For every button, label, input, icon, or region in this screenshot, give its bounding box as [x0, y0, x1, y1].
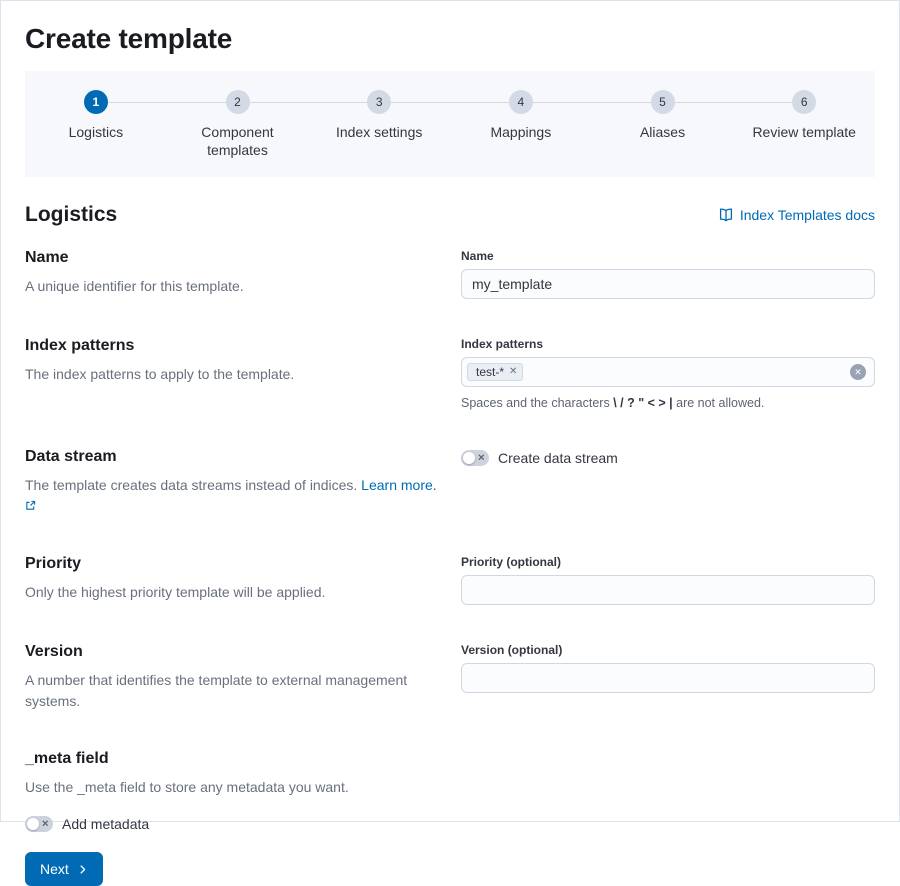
index-pattern-tag: test-* ✕: [467, 363, 523, 381]
index-patterns-row-description: The index patterns to apply to the templ…: [25, 364, 443, 385]
priority-input[interactable]: [461, 575, 875, 605]
step-aliases[interactable]: 5 Aliases: [592, 90, 734, 159]
section-header: Logistics Index Templates docs: [1, 177, 899, 249]
step-label: Review template: [748, 123, 860, 141]
chevron-right-icon: [77, 864, 88, 875]
add-metadata-toggle-row: ✕ Add metadata: [25, 814, 875, 832]
combobox-clear-icon[interactable]: ✕: [850, 364, 866, 380]
create-data-stream-toggle-label: Create data stream: [498, 450, 618, 466]
index-patterns-field-label: Index patterns: [461, 337, 875, 351]
tag-remove-icon[interactable]: ✕: [509, 367, 517, 377]
page-header: Create template: [1, 1, 899, 71]
index-patterns-row-title: Index patterns: [25, 337, 443, 355]
section-title: Logistics: [25, 203, 117, 227]
add-metadata-toggle-label: Add metadata: [62, 816, 149, 832]
page-title: Create template: [25, 23, 875, 55]
step-number: 2: [226, 90, 250, 114]
docs-link-label: Index Templates docs: [740, 207, 875, 223]
stepper: 1 Logistics 2 Component templates 3 Inde…: [25, 71, 875, 177]
name-row-title: Name: [25, 249, 443, 267]
step-number: 5: [651, 90, 675, 114]
step-index-settings[interactable]: 3 Index settings: [308, 90, 450, 159]
data-stream-field-col: ✕ Create data stream: [461, 448, 875, 517]
step-label: Aliases: [607, 123, 719, 141]
index-pattern-tag-label: test-*: [476, 365, 504, 379]
create-template-panel: Create template 1 Logistics 2 Component …: [0, 0, 900, 822]
step-logistics[interactable]: 1 Logistics: [25, 90, 167, 159]
meta-field-block: _meta field Use the _meta field to store…: [25, 750, 875, 832]
index-patterns-description-col: Index patterns The index patterns to app…: [25, 337, 443, 410]
create-data-stream-toggle[interactable]: ✕: [461, 450, 489, 466]
data-stream-row-description: The template creates data streams instea…: [25, 475, 443, 517]
meta-field-title: _meta field: [25, 750, 875, 768]
external-link-icon: [25, 496, 36, 517]
step-review-template[interactable]: 6 Review template: [733, 90, 875, 159]
step-number: 4: [509, 90, 533, 114]
toggle-off-icon: ✕: [41, 820, 49, 829]
priority-row-title: Priority: [25, 555, 443, 573]
priority-field-col: Priority (optional): [461, 555, 875, 605]
name-row-description: A unique identifier for this template.: [25, 276, 443, 297]
index-templates-docs-link[interactable]: Index Templates docs: [718, 207, 875, 223]
toggle-knob: [27, 818, 39, 830]
step-mappings[interactable]: 4 Mappings: [450, 90, 592, 159]
step-number: 6: [792, 90, 816, 114]
step-component-templates[interactable]: 2 Component templates: [167, 90, 309, 159]
name-row: Name A unique identifier for this templa…: [25, 249, 875, 299]
version-row-title: Version: [25, 643, 443, 661]
version-row-description: A number that identifies the template to…: [25, 670, 443, 712]
name-input[interactable]: [461, 269, 875, 299]
add-metadata-toggle[interactable]: ✕: [25, 816, 53, 832]
toggle-off-icon: ✕: [477, 454, 485, 463]
index-patterns-field-col: Index patterns test-* ✕ ✕ Spaces and the…: [461, 337, 875, 410]
meta-field-description: Use the _meta field to store any metadat…: [25, 777, 875, 798]
next-button[interactable]: Next: [25, 852, 103, 886]
version-input[interactable]: [461, 663, 875, 693]
step-label: Index settings: [323, 123, 435, 141]
step-label: Mappings: [465, 123, 577, 141]
priority-row: Priority Only the highest priority templ…: [25, 555, 875, 605]
version-description-col: Version A number that identifies the tem…: [25, 643, 443, 712]
step-label: Component templates: [182, 123, 294, 159]
index-patterns-row: Index patterns The index patterns to app…: [25, 337, 875, 410]
name-field-label: Name: [461, 249, 875, 263]
data-stream-row-title: Data stream: [25, 448, 443, 466]
logistics-form: Name A unique identifier for this templa…: [1, 249, 899, 886]
step-number: 3: [367, 90, 391, 114]
toggle-knob: [463, 452, 475, 464]
version-field-label: Version (optional): [461, 643, 875, 657]
priority-row-description: Only the highest priority template will …: [25, 582, 443, 603]
create-data-stream-toggle-row: ✕ Create data stream: [461, 448, 875, 466]
index-patterns-combobox[interactable]: test-* ✕ ✕: [461, 357, 875, 387]
next-button-label: Next: [40, 861, 69, 877]
data-stream-row: Data stream The template creates data st…: [25, 448, 875, 517]
docs-icon: [718, 207, 734, 223]
version-row: Version A number that identifies the tem…: [25, 643, 875, 712]
step-number: 1: [84, 90, 108, 114]
index-patterns-help-text: Spaces and the characters \ / ? " < > | …: [461, 396, 875, 410]
data-stream-description-col: Data stream The template creates data st…: [25, 448, 443, 517]
priority-field-label: Priority (optional): [461, 555, 875, 569]
priority-description-col: Priority Only the highest priority templ…: [25, 555, 443, 605]
step-label: Logistics: [40, 123, 152, 141]
version-field-col: Version (optional): [461, 643, 875, 712]
name-description-col: Name A unique identifier for this templa…: [25, 249, 443, 299]
name-field-col: Name: [461, 249, 875, 299]
